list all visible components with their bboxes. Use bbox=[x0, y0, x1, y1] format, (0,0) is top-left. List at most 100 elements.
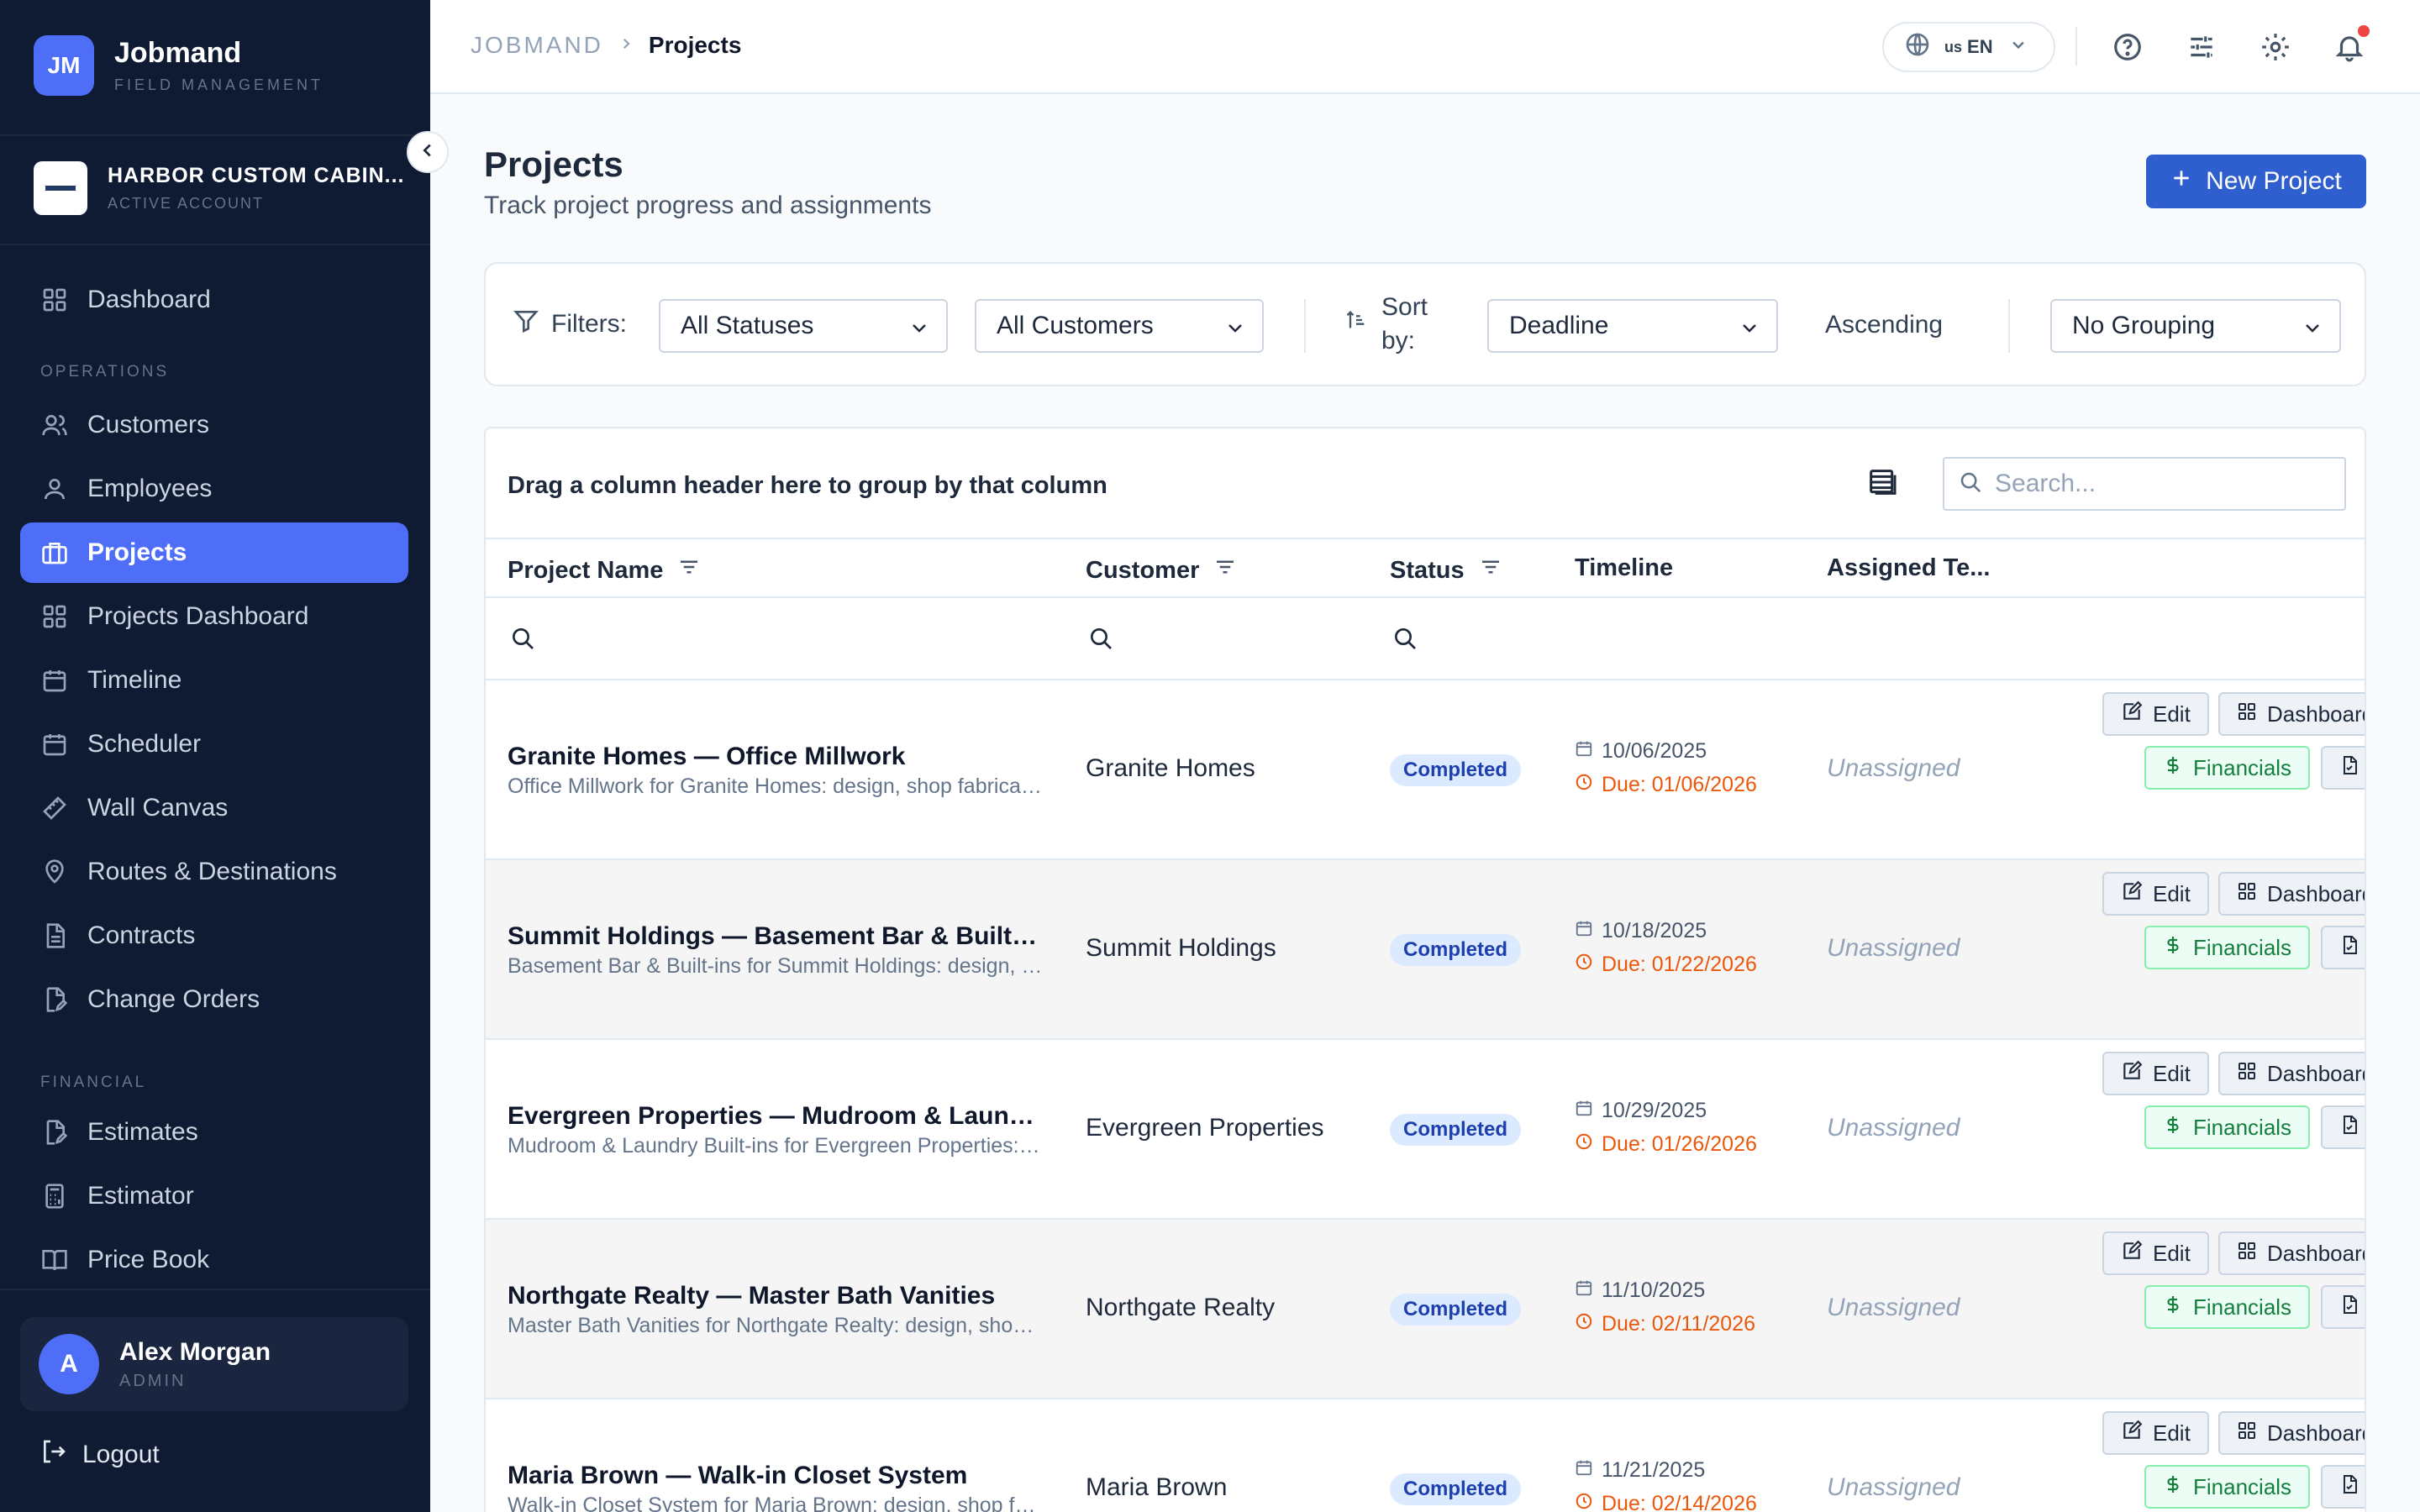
chevron-down-icon bbox=[1739, 316, 1760, 344]
group-panel-hint[interactable]: Drag a column header here to group by th… bbox=[508, 472, 1107, 500]
table-row[interactable]: Granite Homes — Office Millwork Office M… bbox=[486, 680, 2365, 860]
column-header-timeline[interactable]: Timeline bbox=[1575, 554, 1673, 582]
edit-button[interactable]: Edit bbox=[2102, 692, 2209, 736]
sort-order-toggle[interactable]: Ascending bbox=[1825, 311, 1943, 339]
filter-divider bbox=[2008, 299, 2010, 353]
edit-button[interactable]: Edit bbox=[2102, 1052, 2209, 1095]
sidebar-item-label: Estimator bbox=[87, 1182, 194, 1210]
new-project-button[interactable]: New Project bbox=[2146, 155, 2366, 208]
dashboard-button[interactable]: Dashboard bbox=[2218, 1411, 2365, 1455]
search-icon[interactable] bbox=[1392, 625, 1418, 656]
search-icon[interactable] bbox=[509, 625, 536, 656]
financials-button[interactable]: Financials bbox=[2144, 1285, 2311, 1329]
column-filter-icon[interactable] bbox=[1478, 554, 1503, 586]
logout-button[interactable]: Logout bbox=[40, 1438, 160, 1472]
dashboard-button[interactable]: Dashboard bbox=[2218, 1231, 2365, 1275]
sidebar-item-scheduler[interactable]: Scheduler bbox=[20, 714, 408, 774]
column-filter-icon[interactable] bbox=[1213, 554, 1238, 586]
sidebar-item-estimator[interactable]: Estimator bbox=[20, 1166, 408, 1226]
project-name[interactable]: Northgate Realty — Master Bath Vanities bbox=[508, 1282, 1045, 1310]
grid-search[interactable] bbox=[1943, 457, 2346, 511]
column-header-assigned-team[interactable]: Assigned Te... bbox=[1827, 554, 1990, 582]
sidebar-item-projects[interactable]: Projects bbox=[20, 522, 408, 583]
file-icon bbox=[40, 921, 69, 950]
filters-label: Filters: bbox=[513, 307, 627, 341]
edit-button[interactable]: Edit bbox=[2102, 872, 2209, 916]
search-icon[interactable] bbox=[1087, 625, 1114, 656]
dashboard-button[interactable]: Dashboard bbox=[2218, 872, 2365, 916]
brand[interactable]: JM Jobmand FIELD MANAGEMENT bbox=[34, 35, 324, 96]
sidebar-item-change-orders[interactable]: Change Orders bbox=[20, 969, 408, 1030]
column-header-status[interactable]: Status bbox=[1390, 554, 1503, 586]
project-name[interactable]: Granite Homes — Office Millwork bbox=[508, 743, 1045, 771]
account-switcher[interactable]: HARBOR CUSTOM CABIN... ACTIVE ACCOUNT bbox=[34, 161, 404, 215]
column-header-project-name[interactable]: Project Name bbox=[508, 554, 702, 586]
table-row[interactable]: Evergreen Properties — Mudroom & Laundry… bbox=[486, 1040, 2365, 1220]
project-name[interactable]: Evergreen Properties — Mudroom & Laundry… bbox=[508, 1102, 1045, 1131]
document-button[interactable] bbox=[2321, 746, 2365, 790]
customer-name: Evergreen Properties bbox=[1086, 1114, 1324, 1142]
status-filter-select[interactable]: All Statuses bbox=[659, 299, 948, 353]
account-status: ACTIVE ACCOUNT bbox=[108, 195, 265, 212]
table-row[interactable]: Maria Brown — Walk-in Closet System Walk… bbox=[486, 1399, 2365, 1512]
document-button[interactable] bbox=[2321, 1285, 2365, 1329]
grid-icon bbox=[40, 286, 69, 314]
sort-field-select[interactable]: Deadline bbox=[1487, 299, 1778, 353]
column-filter-icon[interactable] bbox=[676, 554, 702, 586]
document-button[interactable] bbox=[2321, 1465, 2365, 1509]
dashboard-button[interactable]: Dashboard bbox=[2218, 692, 2365, 736]
language-selector[interactable]: us EN bbox=[1882, 22, 2055, 72]
edit-button[interactable]: Edit bbox=[2102, 1231, 2209, 1275]
dollar-icon bbox=[2163, 1294, 2183, 1320]
table-row[interactable]: Summit Holdings — Basement Bar & Built-i… bbox=[486, 860, 2365, 1040]
ruler-icon bbox=[40, 794, 69, 822]
edit-button[interactable]: Edit bbox=[2102, 1411, 2209, 1455]
account-logo bbox=[34, 161, 87, 215]
timeline-due: Due: 01/22/2026 bbox=[1575, 953, 1757, 977]
sidebar-item-contracts[interactable]: Contracts bbox=[20, 906, 408, 966]
status-badge: Completed bbox=[1390, 1473, 1522, 1505]
document-button[interactable] bbox=[2321, 926, 2365, 969]
help-icon[interactable] bbox=[2111, 30, 2144, 64]
dashboard-button[interactable]: Dashboard bbox=[2218, 1052, 2365, 1095]
financials-button[interactable]: Financials bbox=[2144, 1465, 2311, 1509]
column-chooser-icon[interactable] bbox=[1865, 465, 1899, 503]
sidebar-item-price-book[interactable]: Price Book bbox=[20, 1230, 408, 1290]
sliders-icon[interactable] bbox=[2185, 30, 2218, 64]
flag-label: us bbox=[1944, 38, 1963, 55]
table-header: Project Name Customer Status Timeline As… bbox=[486, 538, 2365, 598]
chevron-left-icon bbox=[418, 141, 437, 164]
sidebar-item-employees[interactable]: Employees bbox=[20, 459, 408, 519]
project-description: Mudroom & Laundry Built-ins for Evergree… bbox=[508, 1134, 1045, 1158]
section-label-financial: FINANCIAL bbox=[40, 1074, 147, 1091]
project-name[interactable]: Summit Holdings — Basement Bar & Built-i… bbox=[508, 922, 1045, 951]
page-title: Projects bbox=[484, 144, 623, 184]
breadcrumb-root[interactable]: JOBMAND bbox=[471, 32, 603, 59]
sidebar-item-projects-dashboard[interactable]: Projects Dashboard bbox=[20, 586, 408, 647]
sidebar-item-routes[interactable]: Routes & Destinations bbox=[20, 842, 408, 902]
sidebar-item-dashboard[interactable]: Dashboard bbox=[20, 270, 408, 330]
sidebar-item-label: Change Orders bbox=[87, 985, 260, 1013]
financials-button[interactable]: Financials bbox=[2144, 746, 2311, 790]
column-header-customer[interactable]: Customer bbox=[1086, 554, 1238, 586]
sidebar-item-estimates[interactable]: Estimates bbox=[20, 1102, 408, 1163]
grid-search-input[interactable] bbox=[1995, 470, 2314, 498]
status-badge: Completed bbox=[1390, 934, 1522, 966]
sidebar-item-timeline[interactable]: Timeline bbox=[20, 650, 408, 711]
projects-grid: Drag a column header here to group by th… bbox=[484, 427, 2366, 1512]
project-description: Master Bath Vanities for Northgate Realt… bbox=[508, 1314, 1045, 1337]
user-profile-card[interactable]: A Alex Morgan ADMIN bbox=[20, 1317, 408, 1411]
gear-icon[interactable] bbox=[2259, 30, 2292, 64]
document-button[interactable] bbox=[2321, 1105, 2365, 1149]
file-icon bbox=[2339, 935, 2360, 961]
financials-button[interactable]: Financials bbox=[2144, 926, 2311, 969]
dollar-icon bbox=[2163, 935, 2183, 961]
customer-filter-select[interactable]: All Customers bbox=[975, 299, 1264, 353]
project-name[interactable]: Maria Brown — Walk-in Closet System bbox=[508, 1462, 1045, 1490]
table-row[interactable]: Northgate Realty — Master Bath Vanities … bbox=[486, 1220, 2365, 1399]
sidebar-collapse-button[interactable] bbox=[407, 131, 449, 173]
financials-button[interactable]: Financials bbox=[2144, 1105, 2311, 1149]
sidebar-item-wall-canvas[interactable]: Wall Canvas bbox=[20, 778, 408, 838]
sidebar-item-customers[interactable]: Customers bbox=[20, 395, 408, 455]
grouping-select[interactable]: No Grouping bbox=[2050, 299, 2341, 353]
